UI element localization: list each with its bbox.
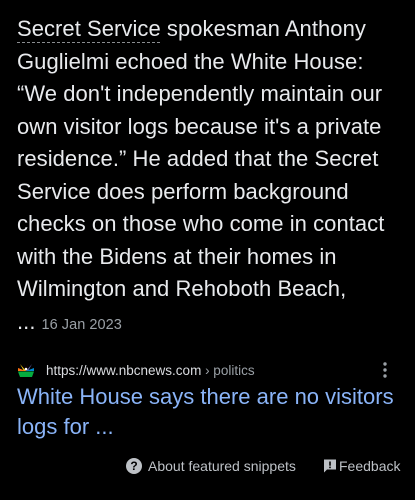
result-title-link[interactable]: White House says there are no visitors l…: [17, 382, 397, 442]
feedback-label: Feedback: [339, 458, 401, 474]
source-breadcrumb: › politics: [201, 362, 255, 378]
snippet-footer: ? About featured snippets Feedback: [0, 458, 415, 480]
result-source[interactable]: https://www.nbcnews.com › politics: [17, 358, 402, 382]
feedback-button[interactable]: Feedback: [322, 458, 400, 474]
snippet-body: spokesman Anthony Guglielmi echoed the W…: [17, 16, 385, 334]
about-label: About featured snippets: [148, 458, 296, 474]
more-vert-icon[interactable]: [373, 358, 397, 382]
featured-snippet-text: Secret Service spokesman Anthony Gugliel…: [17, 13, 407, 341]
about-featured-snippets-button[interactable]: ? About featured snippets: [126, 458, 296, 474]
nbc-peacock-icon: [17, 361, 35, 379]
snippet-entity-link[interactable]: Secret Service: [17, 16, 161, 41]
snippet-date: 16 Jan 2023: [41, 316, 122, 333]
source-url: https://www.nbcnews.com › politics: [46, 362, 255, 378]
feedback-icon: [324, 459, 336, 473]
help-circle-icon: ?: [126, 458, 142, 474]
